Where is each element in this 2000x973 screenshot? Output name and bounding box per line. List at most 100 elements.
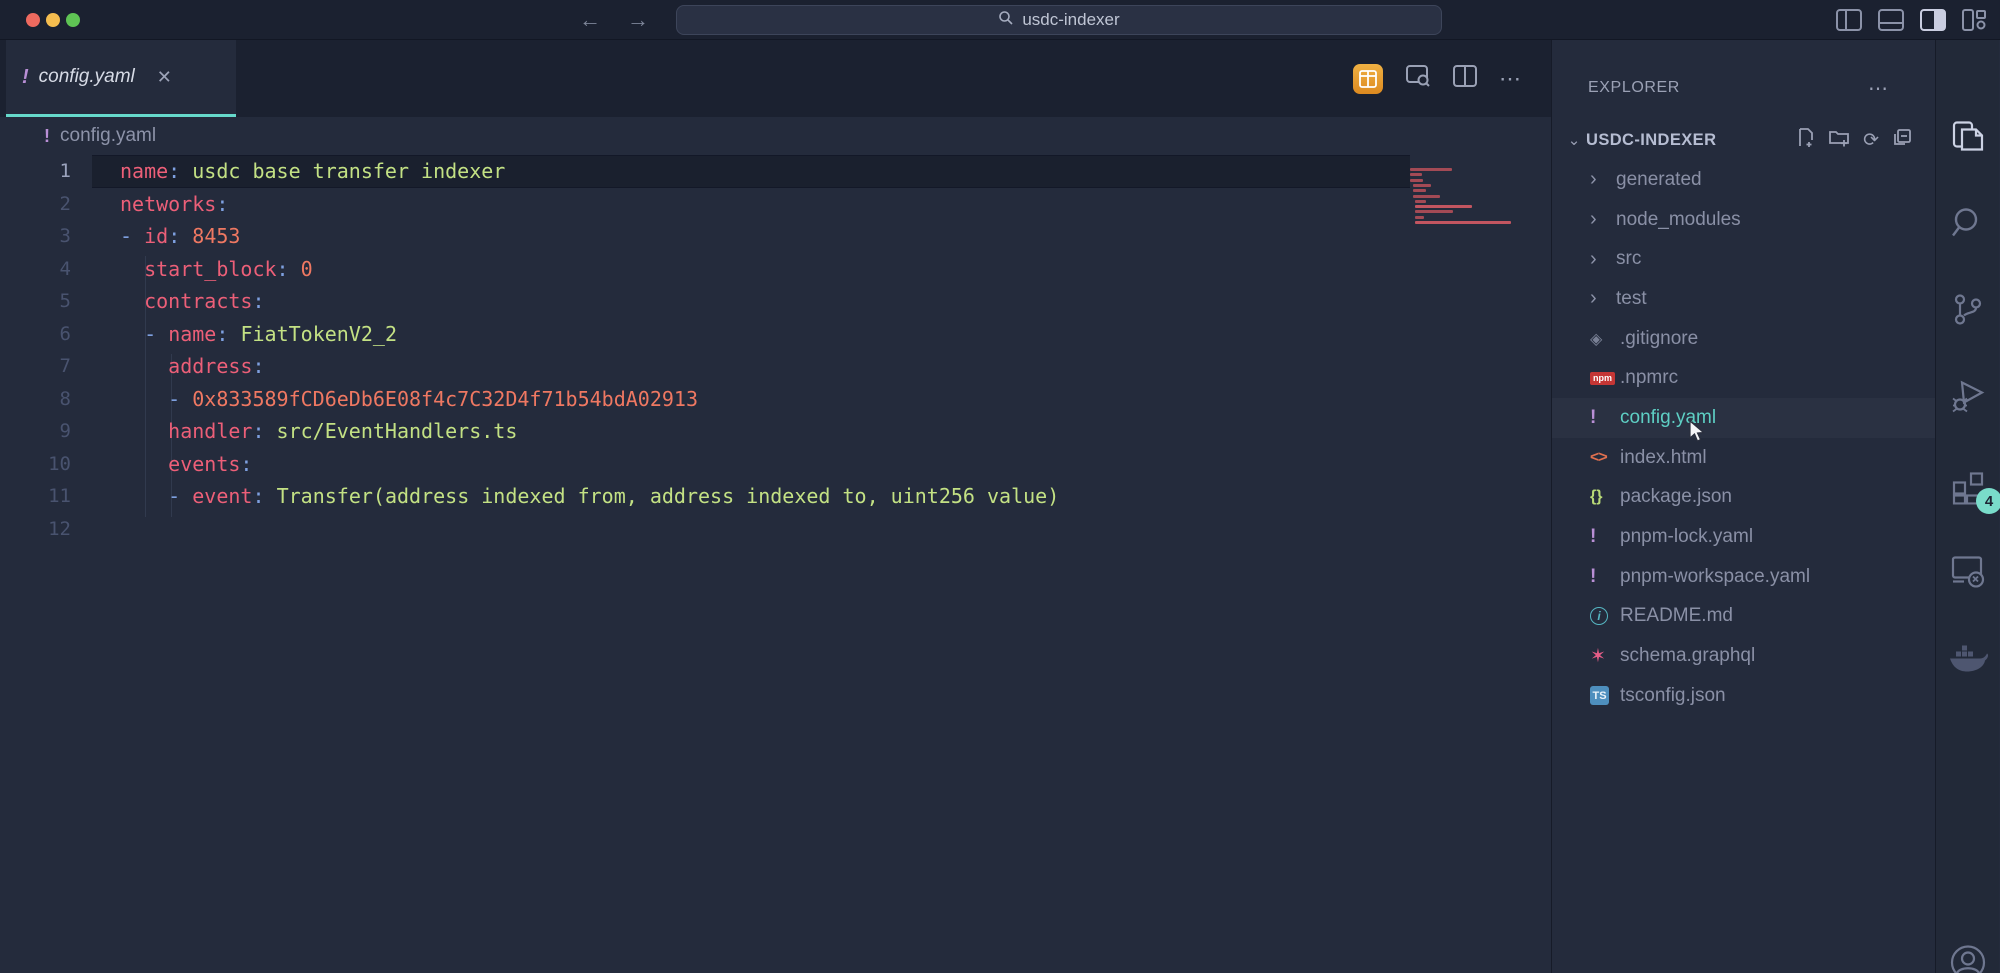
code-line[interactable]: 9 handler: src/EventHandlers.ts: [0, 415, 1410, 448]
file-label: package.json: [1620, 486, 1732, 508]
file-label: schema.graphql: [1620, 645, 1755, 667]
chevron-right-icon: ›: [1590, 287, 1616, 310]
readme-info-icon: i: [1590, 607, 1608, 625]
html-icon: <>: [1590, 449, 1607, 467]
tree-file-package-json[interactable]: {} package.json: [1552, 478, 1935, 518]
line-number[interactable]: 4: [0, 258, 71, 280]
chevron-down-icon: ⌄: [1562, 131, 1586, 149]
tree-file--npmrc[interactable]: npm.npmrc: [1552, 358, 1935, 398]
toggle-primary-sidebar-icon[interactable]: [1836, 9, 1862, 31]
zoom-window-button[interactable]: [66, 13, 80, 27]
tree-folder-generated[interactable]: ›generated: [1552, 160, 1935, 200]
line-number[interactable]: 1: [0, 160, 71, 182]
run-debug-icon[interactable]: [1950, 379, 1986, 418]
new-folder-icon[interactable]: [1829, 129, 1849, 152]
command-center-search[interactable]: usdc-indexer: [676, 5, 1442, 35]
search-icon[interactable]: [1950, 206, 1986, 247]
npm-icon: npm: [1590, 372, 1615, 385]
window-titlebar: ← → usdc-indexer: [0, 0, 2000, 40]
line-number[interactable]: 9: [0, 420, 71, 442]
code-line[interactable]: 6 - name: FiatTokenV2_2: [0, 318, 1410, 351]
more-actions-icon[interactable]: ⋯: [1499, 66, 1523, 92]
minimize-window-button[interactable]: [46, 13, 60, 27]
file-label: README.md: [1620, 605, 1733, 627]
tree-file-pnpm-workspace-yaml[interactable]: !pnpm-workspace.yaml: [1552, 557, 1935, 597]
tree-folder-test[interactable]: ›test: [1552, 279, 1935, 319]
split-editor-icon[interactable]: [1453, 64, 1477, 93]
code-line[interactable]: 2networks:: [0, 188, 1410, 221]
minimap[interactable]: [1410, 168, 1520, 308]
tree-folder-node-modules[interactable]: ›node_modules: [1552, 200, 1935, 240]
minimap-line: [1413, 189, 1426, 192]
line-number[interactable]: 2: [0, 193, 71, 215]
line-number[interactable]: 11: [0, 485, 71, 507]
minimap-line: [1413, 184, 1431, 187]
file-label: index.html: [1620, 447, 1707, 469]
tree-file-readme-md[interactable]: i README.md: [1552, 597, 1935, 637]
code-line[interactable]: 11 - event: Transfer(address indexed fro…: [0, 480, 1410, 513]
yaml-warning-icon: !: [22, 66, 29, 89]
docker-icon[interactable]: [1948, 644, 1988, 679]
open-preview-icon[interactable]: [1405, 63, 1431, 94]
activity-bar: 4: [1936, 40, 1999, 973]
breadcrumb-file[interactable]: config.yaml: [60, 125, 156, 147]
envio-table-extension-icon[interactable]: [1353, 64, 1383, 94]
code-line[interactable]: 5 contracts:: [0, 285, 1410, 318]
minimap-line: [1413, 195, 1440, 198]
source-control-icon[interactable]: [1951, 292, 1985, 333]
line-number[interactable]: 12: [0, 518, 71, 540]
remote-explorer-icon[interactable]: [1950, 554, 1986, 593]
code-line-content: events:: [71, 452, 252, 476]
navigate-forward-button[interactable]: →: [620, 0, 656, 40]
code-line[interactable]: 7 address:: [0, 350, 1410, 383]
breadcrumb[interactable]: ! config.yaml: [0, 117, 1551, 155]
tree-file-schema-graphql[interactable]: ✶ schema.graphql: [1552, 636, 1935, 676]
refresh-icon[interactable]: ⟳: [1863, 129, 1879, 152]
graphql-icon: ✶: [1590, 645, 1606, 668]
code-line[interactable]: 10 events:: [0, 448, 1410, 481]
account-icon[interactable]: [1949, 944, 1987, 973]
explorer-icon[interactable]: [1951, 120, 1985, 161]
project-name: USDC-INDEXER: [1586, 131, 1796, 150]
code-line[interactable]: 8 - 0x833589fCD6eDb6E08f4c7C32D4f71b54bd…: [0, 383, 1410, 416]
folder-label: node_modules: [1616, 209, 1741, 231]
code-line[interactable]: 3- id: 8453: [0, 220, 1410, 253]
code-line[interactable]: 1name: usdc base transfer indexer: [0, 155, 1410, 188]
code-editor[interactable]: 1name: usdc base transfer indexer2networ…: [0, 155, 1551, 973]
traffic-lights: [26, 13, 80, 27]
json-icon: {}: [1590, 488, 1602, 506]
line-number[interactable]: 10: [0, 453, 71, 475]
code-line-content: - id: 8453: [71, 224, 240, 248]
code-line-content: name: usdc base transfer indexer: [71, 159, 505, 183]
gitignore-icon: ◈: [1590, 329, 1602, 349]
project-root-usdc-indexer[interactable]: ⌄ USDC-INDEXER ⟳: [1552, 116, 1935, 164]
tree-file--gitignore[interactable]: ◈.gitignore: [1552, 319, 1935, 359]
toggle-secondary-sidebar-icon[interactable]: [1920, 9, 1946, 31]
line-number[interactable]: 5: [0, 290, 71, 312]
toggle-panel-icon[interactable]: [1878, 9, 1904, 31]
line-number[interactable]: 6: [0, 323, 71, 345]
close-window-button[interactable]: [26, 13, 40, 27]
navigate-back-button[interactable]: ←: [572, 0, 608, 40]
customize-layout-icon[interactable]: [1962, 9, 1986, 31]
new-file-icon[interactable]: [1796, 128, 1815, 152]
line-number[interactable]: 3: [0, 225, 71, 247]
code-line[interactable]: 12: [0, 513, 1410, 546]
tree-folder-src[interactable]: ›src: [1552, 239, 1935, 279]
explorer-more-actions-icon[interactable]: ⋯: [1868, 76, 1889, 101]
collapse-folders-icon[interactable]: [1893, 129, 1911, 152]
line-number[interactable]: 7: [0, 355, 71, 377]
code-line[interactable]: 4 start_block: 0: [0, 253, 1410, 286]
tree-file-pnpm-lock-yaml[interactable]: !pnpm-lock.yaml: [1552, 517, 1935, 557]
line-number[interactable]: 8: [0, 388, 71, 410]
tree-file-config-yaml[interactable]: !config.yaml: [1552, 398, 1935, 438]
file-label: pnpm-workspace.yaml: [1620, 566, 1810, 588]
tab-config-yaml[interactable]: ! config.yaml ✕: [6, 40, 236, 114]
tab-close-icon[interactable]: ✕: [157, 67, 172, 88]
minimap-line: [1415, 205, 1472, 208]
editor-group: ! config.yaml ✕ ⋯ ! config.yaml: [0, 40, 1552, 973]
tree-file-index-html[interactable]: <> index.html: [1552, 438, 1935, 478]
code-line-content: address:: [71, 354, 265, 378]
search-icon: [998, 10, 1014, 31]
tree-file-tsconfig-json[interactable]: TStsconfig.json: [1552, 676, 1935, 716]
